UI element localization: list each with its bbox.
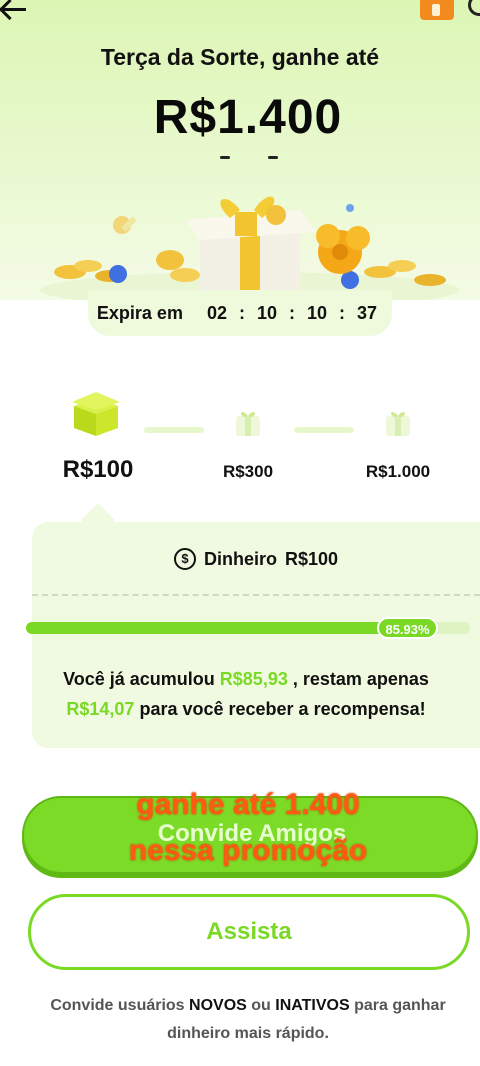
gift-box-icon[interactable]: [70, 388, 122, 438]
tier-label: R$300: [222, 462, 274, 481]
timer-label: Expira em: [96, 302, 183, 323]
progress-message: Você já acumulou R$85,93 , restam apenas…: [22, 664, 470, 724]
footer-bold-new: NOVOS: [189, 997, 247, 1014]
msg-text: , restam apenas: [287, 669, 429, 689]
money-label: Dinheiro: [203, 548, 277, 569]
gift-coins-illustration: [40, 196, 460, 300]
hero-banner: Terça da Sorte, ganhe até R$1.400: [0, 0, 480, 300]
timer-minutes: 10: [256, 302, 278, 323]
footer-text: Convide usuários: [50, 997, 190, 1014]
progress-bar: 85.93%: [26, 617, 470, 639]
timer-separator: :: [238, 302, 245, 323]
msg-text: para você receber a recompensa!: [134, 699, 426, 719]
expiry-timer: Expira em 02 : 10 : 10 : 37: [88, 290, 392, 336]
tier-connector: [294, 427, 354, 433]
remaining-amount: R$14,07: [66, 699, 135, 719]
promo-overlay-line2: nessa promoção: [128, 834, 368, 867]
footer-text: dinheiro mais rápido.: [167, 1025, 329, 1042]
gift-box-icon[interactable]: [382, 408, 414, 440]
timer-separator: :: [289, 302, 296, 323]
money-row: $ Dinheiro R$100: [32, 548, 480, 570]
money-value: R$100: [284, 548, 339, 569]
dollar-circle-icon: $: [173, 548, 196, 570]
dashed-divider: [32, 594, 480, 596]
ticket-icon[interactable]: [420, 0, 454, 20]
watch-button[interactable]: Assista: [28, 894, 470, 970]
promo-overlay-line1: ganhe até 1.400: [136, 788, 360, 821]
progress-fill: [26, 622, 408, 634]
timer-fraction: 37: [357, 302, 378, 323]
gift-box-icon[interactable]: [232, 408, 264, 440]
footer-note: Convide usuários NOVOS ou INATIVOS para …: [0, 992, 480, 1048]
tier-label: R$1.000: [365, 462, 431, 481]
accumulated-amount: R$85,93: [219, 669, 288, 689]
timer-hours: 02: [206, 302, 227, 323]
timer-separator: :: [339, 302, 346, 323]
footer-text: ou: [246, 997, 276, 1014]
help-circle-icon[interactable]: [468, 0, 480, 16]
msg-text: Você já acumulou: [63, 669, 220, 689]
progress-percent-badge: 85.93%: [377, 617, 438, 639]
promo-amount: R$1.400: [153, 91, 343, 144]
arrow-left-icon[interactable]: [0, 0, 30, 22]
reward-tiers: R$100 R$300 R$1.000: [0, 380, 480, 490]
footer-bold-inactive: INATIVOS: [275, 997, 350, 1014]
reward-progress-card: $ Dinheiro R$100 85.93% Você já acumulou…: [26, 522, 480, 748]
tier-label-active: R$100: [62, 456, 134, 483]
tier-connector: [144, 427, 204, 433]
promo-title: Terça da Sorte, ganhe até: [100, 44, 380, 70]
timer-seconds: 10: [307, 302, 328, 323]
footer-text: para ganhar: [349, 997, 446, 1014]
carousel-dots: [220, 156, 280, 162]
